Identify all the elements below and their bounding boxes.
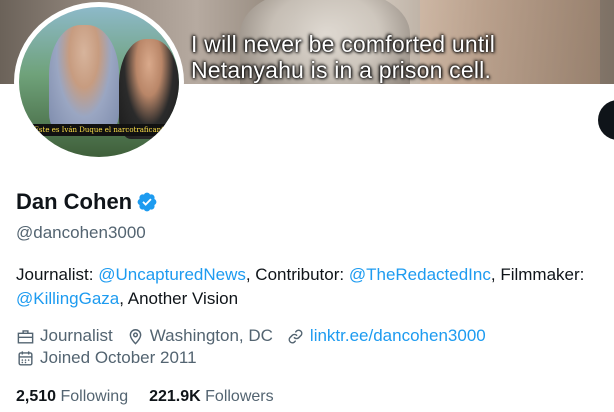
meta-joined-label: Joined October 2011 xyxy=(40,348,197,367)
profile-avatar[interactable]: ¡Este es Iván Duque el narcotraficante! xyxy=(14,2,184,162)
profile-name: Dan Cohen xyxy=(16,189,133,214)
bio-text: , Filmmaker: xyxy=(490,265,585,284)
profile-stats: 2,510 Following 221.9K Followers xyxy=(16,386,295,408)
briefcase-icon xyxy=(17,329,34,344)
bio-text: , Another Vision xyxy=(119,289,239,308)
meta-location-label: Washington, DC xyxy=(149,326,273,345)
avatar-person-left xyxy=(49,25,119,135)
profile-meta-row: Journalist Washington, DC linktr.ee/danc… xyxy=(16,325,499,347)
avatar-subtitle: ¡Este es Iván Duque el narcotraficante! xyxy=(31,124,169,136)
profile-joined-row: Joined October 2011 xyxy=(16,347,210,369)
following-link[interactable]: 2,510 Following xyxy=(16,386,128,408)
banner-caption: I will never be comforted until Netanyah… xyxy=(191,31,495,83)
bio-mention-killinggaza[interactable]: @KillingGaza xyxy=(16,289,119,308)
profile-handle: @dancohen3000 xyxy=(16,223,146,242)
meta-category-label: Journalist xyxy=(40,326,113,345)
meta-location: Washington, DC xyxy=(126,325,273,347)
website-link[interactable]: linktr.ee/dancohen3000 xyxy=(310,325,486,347)
verified-badge-icon[interactable] xyxy=(136,191,158,213)
meta-category: Journalist xyxy=(16,325,113,347)
meta-website: linktr.ee/dancohen3000 xyxy=(286,325,486,347)
bio-text: , Contributor: xyxy=(245,265,349,284)
following-count: 2,510 xyxy=(16,388,57,405)
bio-text: Journalist: xyxy=(16,265,99,284)
followers-link[interactable]: 221.9K Followers xyxy=(149,386,274,408)
profile-bio: Journalist: @UncapturedNews, Contributor… xyxy=(16,263,611,311)
banner-caption-line1: I will never be comforted until xyxy=(191,31,496,57)
following-label: Following xyxy=(60,388,129,405)
link-icon xyxy=(288,329,303,343)
banner-caption-line2: Netanyahu is in a prison cell. xyxy=(191,57,492,83)
profile-name-row: Dan Cohen xyxy=(16,188,158,216)
calendar-icon xyxy=(18,350,33,366)
bio-mention-theredactedinc[interactable]: @TheRedactedInc xyxy=(349,265,491,284)
followers-count: 221.9K xyxy=(149,388,201,405)
bio-mention-uncapturednews[interactable]: @UncapturedNews xyxy=(98,265,246,284)
followers-label: Followers xyxy=(205,388,274,405)
avatar-photo: ¡Este es Iván Duque el narcotraficante! xyxy=(19,7,179,157)
more-options-button[interactable] xyxy=(598,100,614,140)
location-pin-icon xyxy=(129,328,142,345)
meta-joined: Joined October 2011 xyxy=(16,347,197,369)
